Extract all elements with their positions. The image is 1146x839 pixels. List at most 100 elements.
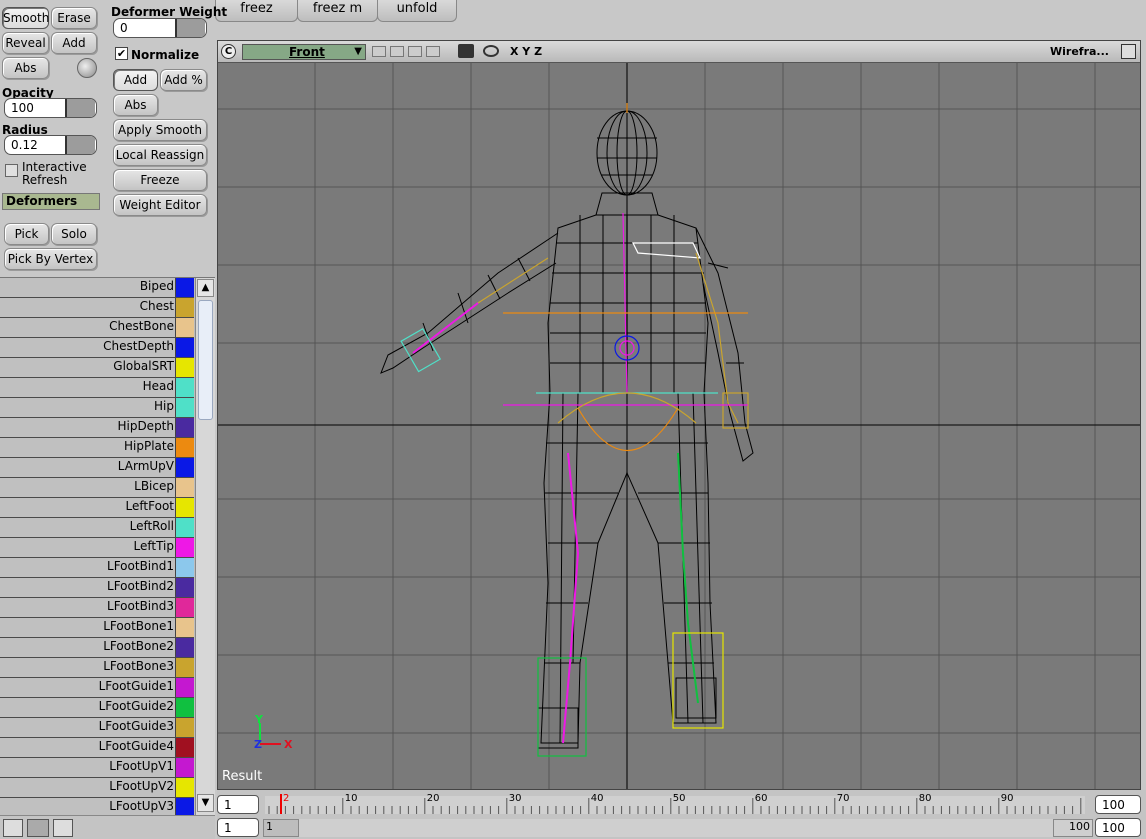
deformer-color-swatch[interactable] bbox=[175, 358, 194, 377]
deformer-color-swatch[interactable] bbox=[175, 338, 194, 357]
deformer-color-swatch[interactable] bbox=[175, 538, 194, 557]
weight-editor-button[interactable]: Weight Editor bbox=[113, 194, 207, 216]
deformer-color-swatch[interactable] bbox=[175, 698, 194, 717]
scroll-up-icon[interactable]: ▲ bbox=[197, 279, 214, 297]
interactive-refresh-checkbox[interactable] bbox=[5, 164, 18, 177]
paint-brush-icon[interactable] bbox=[77, 58, 97, 78]
timeline[interactable]: 1 2 10 20 30 40 50 60 70 80 90 100 1 1 100 100 bbox=[217, 790, 1146, 839]
abs-button[interactable]: Abs bbox=[2, 57, 49, 79]
deformer-color-swatch[interactable] bbox=[175, 318, 194, 337]
add-button[interactable]: Add bbox=[51, 32, 97, 54]
mode-add-percent-button[interactable]: Add % bbox=[160, 69, 207, 91]
deformer-row[interactable]: LFootBind1 bbox=[0, 558, 194, 578]
timeline-ruler[interactable]: 2 10 20 30 40 50 60 70 80 90 bbox=[265, 793, 1085, 814]
deformer-color-swatch[interactable] bbox=[175, 498, 194, 517]
deformer-color-swatch[interactable] bbox=[175, 638, 194, 657]
local-reassign-button[interactable]: Local Reassign bbox=[113, 144, 207, 166]
deformer-color-swatch[interactable] bbox=[175, 378, 194, 397]
deformer-row[interactable]: LArmUpV bbox=[0, 458, 194, 478]
freeze-button[interactable]: Freeze bbox=[113, 169, 207, 191]
range-slider[interactable]: 1 100 bbox=[263, 819, 1093, 837]
deformer-color-swatch[interactable] bbox=[175, 438, 194, 457]
freez-m-button[interactable]: freez m bbox=[297, 0, 378, 22]
mode-abs-button[interactable]: Abs bbox=[113, 94, 158, 116]
deformer-list-scrollbar[interactable]: ▲ ▼ bbox=[195, 278, 215, 815]
deformer-row[interactable]: LFootGuide4 bbox=[0, 738, 194, 758]
layers-icon[interactable] bbox=[3, 819, 23, 837]
deformer-color-swatch[interactable] bbox=[175, 718, 194, 737]
deformer-row[interactable]: LFootBind2 bbox=[0, 578, 194, 598]
pick-button[interactable]: Pick bbox=[4, 223, 49, 245]
deformer-row[interactable]: LFootBind3 bbox=[0, 598, 194, 618]
deformer-row[interactable]: GlobalSRT bbox=[0, 358, 194, 378]
scroll-thumb[interactable] bbox=[198, 300, 213, 420]
eye-icon[interactable] bbox=[483, 45, 499, 57]
deformer-row[interactable]: LFootBone2 bbox=[0, 638, 194, 658]
normalize-checkbox[interactable]: ✔ bbox=[115, 47, 128, 60]
erase-button[interactable]: Erase bbox=[51, 7, 97, 29]
pick-by-vertex-button[interactable]: Pick By Vertex bbox=[4, 248, 97, 270]
brush-tool-icon[interactable] bbox=[27, 819, 49, 837]
viewport[interactable]: C Front ▼ X Y Z Wirefra... Y X Z Result bbox=[217, 40, 1141, 790]
palette-icon[interactable] bbox=[53, 819, 73, 837]
deformer-row[interactable]: LeftRoll bbox=[0, 518, 194, 538]
mode-add-button[interactable]: Add bbox=[113, 69, 158, 91]
deformer-row[interactable]: LFootUpV1 bbox=[0, 758, 194, 778]
deformer-row[interactable]: ChestBone bbox=[0, 318, 194, 338]
deformer-color-swatch[interactable] bbox=[175, 778, 194, 797]
deformer-color-swatch[interactable] bbox=[175, 678, 194, 697]
view-selector[interactable]: Front ▼ bbox=[242, 44, 366, 60]
deformer-row[interactable]: LFootBone1 bbox=[0, 618, 194, 638]
opacity-slider-handle[interactable] bbox=[65, 99, 95, 117]
range-end-handle[interactable]: 100 bbox=[1053, 819, 1093, 837]
apply-smooth-button[interactable]: Apply Smooth bbox=[113, 119, 207, 141]
deformer-weight-field[interactable]: 0 bbox=[113, 18, 207, 38]
toggle-icon[interactable] bbox=[426, 46, 440, 57]
radius-slider-handle[interactable] bbox=[65, 136, 95, 154]
deformer-row[interactable]: LFootGuide3 bbox=[0, 718, 194, 738]
deformer-color-swatch[interactable] bbox=[175, 738, 194, 757]
playhead[interactable] bbox=[280, 794, 282, 814]
deformer-color-swatch[interactable] bbox=[175, 578, 194, 597]
toggle-icon[interactable] bbox=[408, 46, 422, 57]
unfold-button[interactable]: unfold bbox=[377, 0, 457, 22]
deformers-header[interactable]: Deformers bbox=[2, 193, 100, 210]
deformer-color-swatch[interactable] bbox=[175, 598, 194, 617]
deformer-color-swatch[interactable] bbox=[175, 398, 194, 417]
deformer-row[interactable]: Chest bbox=[0, 298, 194, 318]
range-end-field[interactable]: 100 bbox=[1095, 818, 1141, 837]
timeline-end-field[interactable]: 100 bbox=[1095, 795, 1141, 814]
deformer-list[interactable]: Biped Chest ChestBone ChestDepth GlobalSRT He… bbox=[0, 277, 215, 815]
range-start-handle[interactable]: 1 bbox=[263, 819, 299, 837]
deformer-color-swatch[interactable] bbox=[175, 458, 194, 477]
deformer-color-swatch[interactable] bbox=[175, 798, 194, 815]
deformer-color-swatch[interactable] bbox=[175, 658, 194, 677]
deformer-row[interactable]: LeftTip bbox=[0, 538, 194, 558]
deformer-color-swatch[interactable] bbox=[175, 278, 194, 297]
deformer-row[interactable]: LeftFoot bbox=[0, 498, 194, 518]
deformer-row[interactable]: LFootUpV2 bbox=[0, 778, 194, 798]
toggle-icon[interactable] bbox=[372, 46, 386, 57]
timeline-start-field[interactable]: 1 bbox=[217, 795, 259, 814]
deformer-row[interactable]: LBicep bbox=[0, 478, 194, 498]
deformer-color-swatch[interactable] bbox=[175, 618, 194, 637]
deformer-row[interactable]: Biped bbox=[0, 278, 194, 298]
camera-icon[interactable] bbox=[458, 44, 474, 58]
deformer-row[interactable]: HipPlate bbox=[0, 438, 194, 458]
camera-menu-icon[interactable]: C bbox=[221, 44, 236, 59]
deformer-row[interactable]: LFootGuide2 bbox=[0, 698, 194, 718]
viewport-canvas[interactable]: Y X Z Result bbox=[218, 63, 1140, 789]
deformer-row[interactable]: ChestDepth bbox=[0, 338, 194, 358]
deformer-row[interactable]: LFootUpV3 bbox=[0, 798, 194, 815]
deformer-weight-slider-handle[interactable] bbox=[175, 19, 205, 37]
deformer-row[interactable]: LFootGuide1 bbox=[0, 678, 194, 698]
freez-button[interactable]: freez bbox=[215, 0, 298, 22]
deformer-color-swatch[interactable] bbox=[175, 418, 194, 437]
deformer-color-swatch[interactable] bbox=[175, 558, 194, 577]
deformer-color-swatch[interactable] bbox=[175, 758, 194, 777]
scroll-down-icon[interactable]: ▼ bbox=[197, 794, 214, 812]
deformer-row[interactable]: HipDepth bbox=[0, 418, 194, 438]
deformer-color-swatch[interactable] bbox=[175, 298, 194, 317]
smooth-button[interactable]: Smooth bbox=[2, 7, 49, 29]
display-mode-menu[interactable]: Wirefra... bbox=[1050, 45, 1109, 58]
